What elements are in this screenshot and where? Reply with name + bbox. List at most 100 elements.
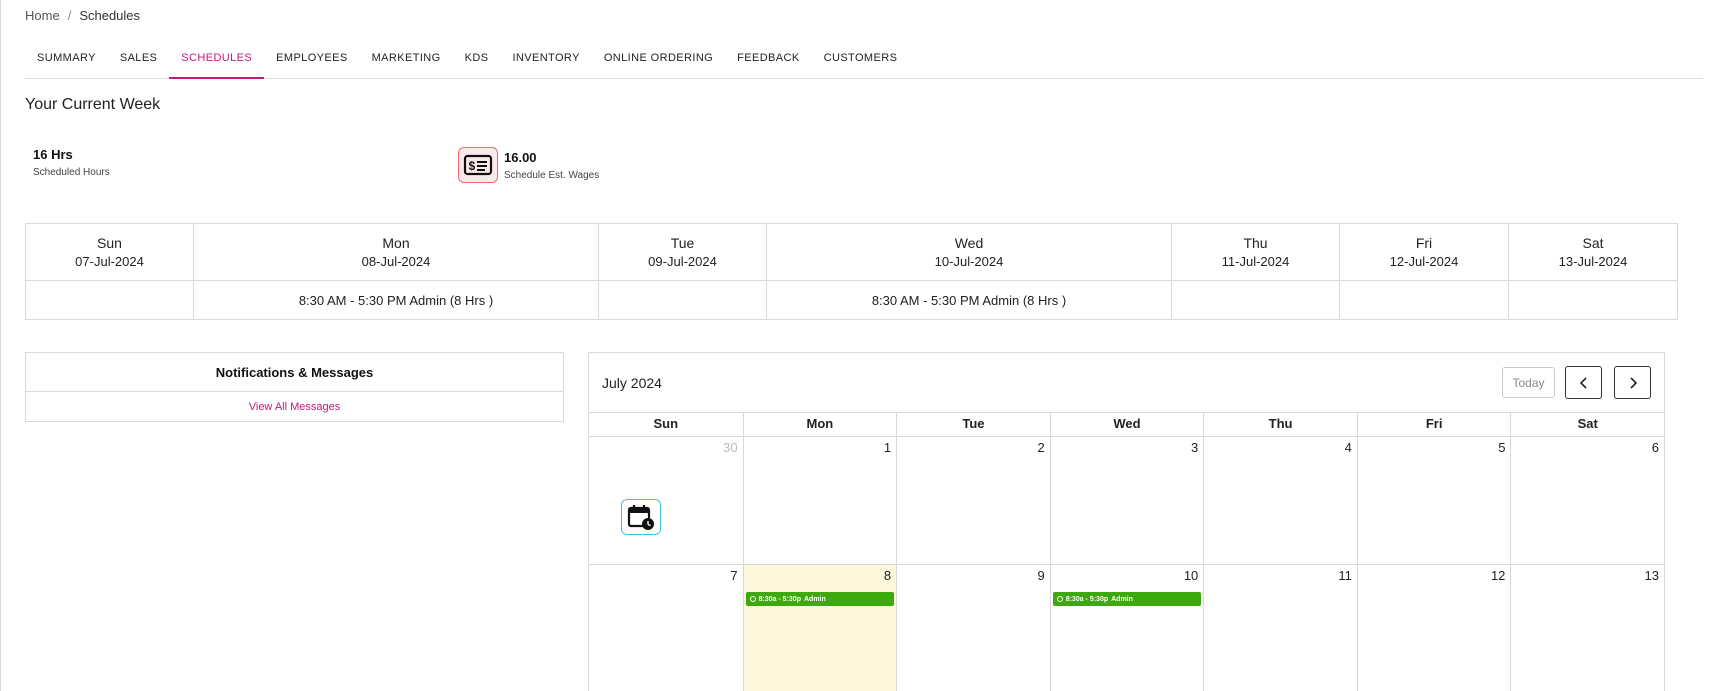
week-day-date: 11-Jul-2024 (1221, 254, 1290, 269)
week-header-row: Sun 07-Jul-2024 Mon 08-Jul-2024 Tue 09-Jul-… (25, 223, 1678, 281)
week-day-name: Sat (1582, 235, 1604, 251)
week-day-header: Thu 11-Jul-2024 (1171, 223, 1340, 281)
day-number: 1 (883, 440, 892, 455)
calendar-toolbar: July 2024 Today (589, 353, 1664, 412)
week-day-name: Thu (1243, 235, 1268, 251)
week-day-date: 12-Jul-2024 (1389, 254, 1459, 269)
notifications-panel: Notifications & Messages View All Messag… (25, 352, 564, 422)
calendar-weekday-header: Sun Mon Tue Wed Thu Fri Sat (589, 412, 1664, 436)
tab-feedback[interactable]: FEEDBACK (725, 44, 812, 79)
event-time: 8:30a - 5:30p (758, 595, 801, 603)
weekday-label: Fri (1356, 413, 1511, 436)
scheduled-hours-value: 16 Hrs (33, 147, 73, 162)
scheduled-hours-stat: 16 Hrs Scheduled Hours (33, 147, 661, 535)
event-dot-icon (749, 596, 756, 602)
day-number: 2 (1037, 440, 1045, 455)
calendar-day-cell[interactable]: 3 (1049, 437, 1204, 564)
week-day-header: Wed 10-Jul-2024 (766, 223, 1172, 281)
week-day-date: 07-Jul-2024 (75, 254, 144, 269)
week-day-name: Mon (382, 235, 410, 251)
dollar-bill-icon: $ (458, 147, 498, 183)
calendar-day-cell[interactable]: 5 (1356, 437, 1511, 564)
week-day-date: 08-Jul-2024 (361, 254, 431, 269)
estimated-wages-label: Schedule Est. Wages (504, 169, 600, 181)
current-week-title: Your Current Week (25, 96, 161, 113)
week-day-header: Sat 13-Jul-2024 (1508, 223, 1678, 281)
event-dot-icon (1056, 596, 1063, 602)
week-day-name: Fri (1415, 235, 1433, 251)
calendar-event[interactable]: 8:30a - 5:30p Admin (1052, 592, 1202, 606)
next-month-button[interactable] (1614, 366, 1651, 399)
day-number: 12 (1490, 568, 1506, 583)
breadcrumb-separator: / (67, 8, 72, 23)
weekday-label: Tue (896, 413, 1050, 436)
chevron-right-icon (1629, 376, 1637, 389)
day-number: 10 (1183, 568, 1199, 583)
week-day-header: Tue 09-Jul-2024 (598, 223, 767, 281)
week-shift-cell (598, 280, 767, 320)
calendar-week-row: 7 8 8:30a - 5:30p Admin 9 10 8:30a - 5:3… (589, 564, 1664, 691)
day-number: 13 (1644, 568, 1659, 583)
weekday-label: Thu (1203, 413, 1357, 436)
calendar-week-row: 30 1 2 3 4 5 6 (589, 436, 1664, 564)
calendar-day-cell-today[interactable]: 8 8:30a - 5:30p Admin (742, 565, 897, 691)
week-shift-cell: 8:30 AM - 5:30 PM Admin (8 Hrs ) (766, 280, 1172, 320)
tab-inventory[interactable]: INVENTORY (500, 44, 591, 79)
tab-sales[interactable]: SALES (108, 44, 169, 79)
calendar-day-cell[interactable]: 13 (1510, 565, 1664, 691)
calendar-day-cell[interactable]: 7 (589, 565, 743, 691)
calendar-day-cell[interactable]: 1 (742, 437, 897, 564)
tab-kds[interactable]: KDS (453, 44, 501, 79)
scheduled-hours-label: Scheduled Hours (33, 167, 110, 178)
week-shift-row: 8:30 AM - 5:30 PM Admin (8 Hrs ) 8:30 AM… (25, 280, 1678, 320)
tab-marketing[interactable]: MARKETING (360, 44, 453, 79)
calendar-day-cell[interactable]: 9 (896, 565, 1050, 691)
day-number: 30 (723, 440, 738, 455)
day-number: 5 (1498, 440, 1506, 455)
weekday-label: Sat (1510, 413, 1664, 436)
calendar-day-cell[interactable]: 6 (1510, 437, 1664, 564)
tab-customers[interactable]: CUSTOMERS (812, 44, 910, 79)
today-button[interactable]: Today (1502, 367, 1555, 398)
calendar-day-cell[interactable]: 2 (896, 437, 1050, 564)
calendar-day-cell[interactable]: 4 (1203, 437, 1357, 564)
view-all-messages-link[interactable]: View All Messages (26, 392, 563, 421)
breadcrumb-home-link[interactable]: Home (25, 8, 60, 23)
week-shift-cell (25, 280, 194, 320)
tab-schedules[interactable]: SCHEDULES (169, 44, 265, 79)
tab-employees[interactable]: EMPLOYEES (264, 44, 359, 79)
tab-online-ordering[interactable]: ONLINE ORDERING (592, 44, 725, 79)
week-shift-cell (1171, 280, 1340, 320)
week-day-header: Fri 12-Jul-2024 (1339, 223, 1509, 281)
calendar-day-cell[interactable]: 11 (1203, 565, 1357, 691)
week-day-header: Mon 08-Jul-2024 (193, 223, 599, 281)
day-number: 3 (1191, 440, 1199, 455)
calendar-day-cell[interactable]: 12 (1356, 565, 1511, 691)
day-number: 8 (883, 568, 892, 583)
day-number: 4 (1344, 440, 1352, 455)
day-number: 6 (1651, 440, 1659, 455)
day-number: 9 (1037, 568, 1045, 583)
weekday-label: Mon (742, 413, 897, 436)
section-tabs: SUMMARY SALES SCHEDULES EMPLOYEES MARKET… (25, 44, 1703, 79)
calendar-month-title: July 2024 (602, 375, 662, 391)
estimated-wages-stat: $ 16.00 Schedule Est. Wages (458, 147, 599, 183)
event-time: 8:30a - 5:30p (1065, 595, 1109, 603)
week-day-date: 10-Jul-2024 (934, 254, 1004, 269)
day-number: 7 (730, 568, 738, 583)
tab-summary[interactable]: SUMMARY (25, 44, 108, 79)
current-week-table: Sun 07-Jul-2024 Mon 08-Jul-2024 Tue 09-Jul-… (25, 223, 1678, 320)
previous-month-button[interactable] (1565, 366, 1602, 399)
calendar-day-cell[interactable]: 10 8:30a - 5:30p Admin (1049, 565, 1204, 691)
week-day-name: Wed (954, 235, 984, 251)
calendar-day-cell[interactable]: 30 (589, 437, 743, 564)
week-day-date: 09-Jul-2024 (648, 254, 717, 269)
estimated-wages-value: 16.00 (504, 149, 537, 165)
weekday-label: Wed (1049, 413, 1204, 436)
event-title: Admin (803, 595, 826, 603)
calendar-event[interactable]: 8:30a - 5:30p Admin (745, 592, 895, 606)
week-day-name: Tue (670, 235, 695, 251)
month-calendar: July 2024 Today Sun Mon Tue Wed Thu Fri … (588, 352, 1665, 691)
chevron-left-icon (1579, 376, 1587, 389)
breadcrumb: Home / Schedules (25, 8, 140, 23)
